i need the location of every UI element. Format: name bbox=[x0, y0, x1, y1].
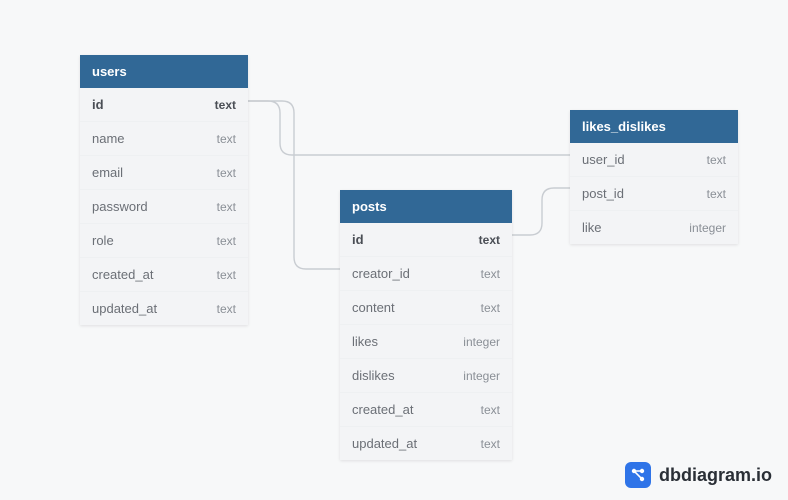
column-type: text bbox=[217, 234, 236, 248]
column-type: integer bbox=[463, 369, 500, 383]
column-posts-id[interactable]: id text bbox=[340, 223, 512, 256]
table-users[interactable]: users id text name text email text passw… bbox=[80, 55, 248, 325]
column-name: user_id bbox=[582, 152, 625, 167]
column-posts-likes[interactable]: likes integer bbox=[340, 324, 512, 358]
column-name: likes bbox=[352, 334, 378, 349]
column-name: updated_at bbox=[352, 436, 417, 451]
column-likes_dislikes-post_id[interactable]: post_id text bbox=[570, 176, 738, 210]
column-users-email[interactable]: email text bbox=[80, 155, 248, 189]
column-type: text bbox=[217, 268, 236, 282]
column-posts-dislikes[interactable]: dislikes integer bbox=[340, 358, 512, 392]
table-likes_dislikes-header[interactable]: likes_dislikes bbox=[570, 110, 738, 143]
brand-watermark: dbdiagram.io bbox=[625, 462, 772, 488]
table-posts-header[interactable]: posts bbox=[340, 190, 512, 223]
column-posts-created_at[interactable]: created_at text bbox=[340, 392, 512, 426]
column-type: text bbox=[481, 437, 500, 451]
table-users-header[interactable]: users bbox=[80, 55, 248, 88]
column-type: integer bbox=[689, 221, 726, 235]
column-name: role bbox=[92, 233, 114, 248]
column-name: password bbox=[92, 199, 148, 214]
diagram-canvas[interactable]: users id text name text email text passw… bbox=[0, 0, 788, 500]
column-type: text bbox=[481, 301, 500, 315]
column-name: name bbox=[92, 131, 125, 146]
column-posts-creator_id[interactable]: creator_id text bbox=[340, 256, 512, 290]
brand-logo-icon bbox=[625, 462, 651, 488]
column-likes_dislikes-user_id[interactable]: user_id text bbox=[570, 143, 738, 176]
table-likes_dislikes[interactable]: likes_dislikes user_id text post_id text… bbox=[570, 110, 738, 244]
column-users-id[interactable]: id text bbox=[80, 88, 248, 121]
column-name: id bbox=[92, 97, 104, 112]
column-name: like bbox=[582, 220, 602, 235]
column-posts-updated_at[interactable]: updated_at text bbox=[340, 426, 512, 460]
column-users-role[interactable]: role text bbox=[80, 223, 248, 257]
column-type: text bbox=[217, 302, 236, 316]
column-type: text bbox=[479, 233, 500, 247]
column-name: content bbox=[352, 300, 395, 315]
column-name: email bbox=[92, 165, 123, 180]
column-users-password[interactable]: password text bbox=[80, 189, 248, 223]
column-type: text bbox=[215, 98, 236, 112]
table-posts[interactable]: posts id text creator_id text content te… bbox=[340, 190, 512, 460]
column-type: text bbox=[481, 267, 500, 281]
column-users-updated_at[interactable]: updated_at text bbox=[80, 291, 248, 325]
column-name: dislikes bbox=[352, 368, 395, 383]
column-name: created_at bbox=[92, 267, 153, 282]
column-name: id bbox=[352, 232, 364, 247]
column-type: text bbox=[707, 187, 726, 201]
column-type: text bbox=[481, 403, 500, 417]
column-posts-content[interactable]: content text bbox=[340, 290, 512, 324]
column-likes_dislikes-like[interactable]: like integer bbox=[570, 210, 738, 244]
column-name: updated_at bbox=[92, 301, 157, 316]
column-type: text bbox=[217, 166, 236, 180]
rel-posts-likes bbox=[512, 188, 570, 235]
rel-users-posts bbox=[248, 101, 340, 269]
rel-users-likes bbox=[248, 101, 570, 155]
column-name: post_id bbox=[582, 186, 624, 201]
column-type: text bbox=[217, 132, 236, 146]
column-name: creator_id bbox=[352, 266, 410, 281]
brand-name: dbdiagram.io bbox=[659, 465, 772, 486]
column-type: integer bbox=[463, 335, 500, 349]
column-users-name[interactable]: name text bbox=[80, 121, 248, 155]
column-name: created_at bbox=[352, 402, 413, 417]
column-type: text bbox=[217, 200, 236, 214]
column-users-created_at[interactable]: created_at text bbox=[80, 257, 248, 291]
column-type: text bbox=[707, 153, 726, 167]
